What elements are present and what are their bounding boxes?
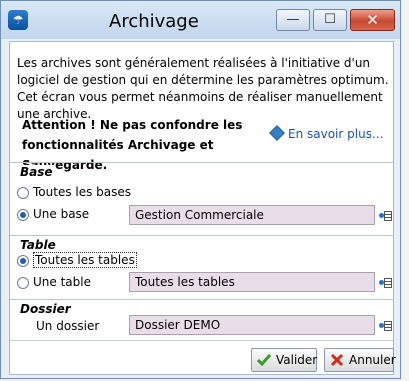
maximize-button[interactable]: ☐ [313,9,347,31]
intro-text: Les archives sont généralement réalisées… [17,56,389,121]
radio-one-base-label[interactable]: Une base [33,207,89,221]
radio-one-base[interactable] [17,209,29,221]
footer-divider [10,340,393,341]
close-button[interactable]: ✕ [350,9,395,31]
table-field[interactable]: Toutes les tables [129,272,375,292]
list-icon [384,321,392,331]
cancel-label: Annuler [349,353,396,367]
dossier-label: Un dossier [36,319,100,333]
dossier-legend: Dossier [18,302,73,316]
base-legend: Base [18,165,55,179]
list-icon [384,211,392,221]
radio-all-bases[interactable] [17,187,29,199]
warning-line-1: Attention ! Ne pas confondre les [22,118,243,132]
radio-all-bases-label[interactable]: Toutes les bases [33,185,131,199]
table-group: Table Toutes les tables Une table Toutes… [10,235,393,295]
background-strip [401,0,409,381]
dossier-field[interactable]: Dossier DEMO [129,315,375,335]
base-group: Base Toutes les bases Une base Gestion C… [10,162,393,232]
table-legend: Table [18,238,58,252]
table-picker-button[interactable] [379,276,393,290]
cancel-x-icon [330,353,344,367]
check-icon [257,354,271,367]
validate-label: Valider [276,353,318,367]
base-picker-button[interactable] [379,209,393,223]
learn-more-link[interactable]: En savoir plus... [269,125,384,141]
title-bar[interactable]: ☂ Archivage — ☐ ✕ [1,1,400,39]
app-icon: ☂ [8,10,28,30]
info-diamond-icon [269,125,285,141]
radio-one-table[interactable] [17,277,29,289]
base-field[interactable]: Gestion Commerciale [129,205,375,225]
list-icon [384,278,392,288]
archivage-dialog: ☂ Archivage — ☐ ✕ Les archives sont géné… [0,0,401,379]
dialog-body: Les archives sont généralement réalisées… [9,41,396,375]
window-title: Archivage [109,11,199,32]
radio-all-tables-label[interactable]: Toutes les tables [33,252,137,268]
learn-more-label: En savoir plus... [288,127,384,141]
validate-button[interactable]: Valider [251,348,317,372]
radio-one-table-label[interactable]: Une table [33,275,91,289]
cancel-button[interactable]: Annuler [324,348,396,372]
dossier-picker-button[interactable] [379,319,393,333]
radio-all-tables[interactable] [17,255,29,267]
minimize-button[interactable]: — [276,9,310,31]
dossier-group: Dossier Un dossier Dossier DEMO [10,299,393,339]
